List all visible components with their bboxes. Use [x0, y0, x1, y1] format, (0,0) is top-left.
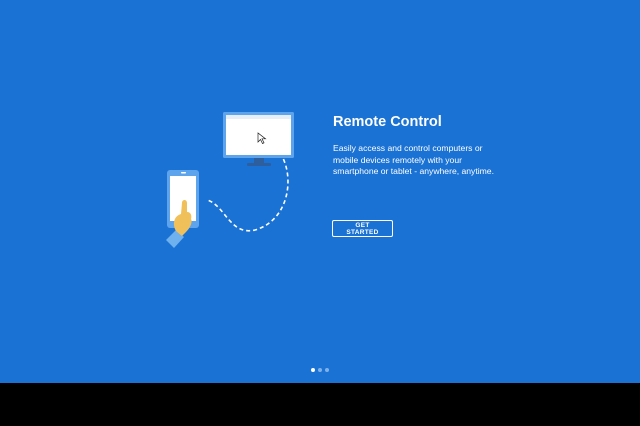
monitor-icon [223, 112, 294, 166]
system-navigation-bar [0, 383, 640, 426]
get-started-button[interactable]: GET STARTED [332, 220, 393, 237]
page-description: Easily access and control computers or m… [333, 143, 494, 176]
page-dot-3[interactable] [325, 368, 329, 372]
page-dot-1[interactable] [311, 368, 315, 372]
page-dot-2[interactable] [318, 368, 322, 372]
onboarding-screen: Remote Control Easily access and control… [0, 0, 640, 383]
page-title: Remote Control [333, 114, 442, 130]
remote-control-illustration-icon [166, 112, 294, 248]
page-indicator [311, 368, 329, 372]
